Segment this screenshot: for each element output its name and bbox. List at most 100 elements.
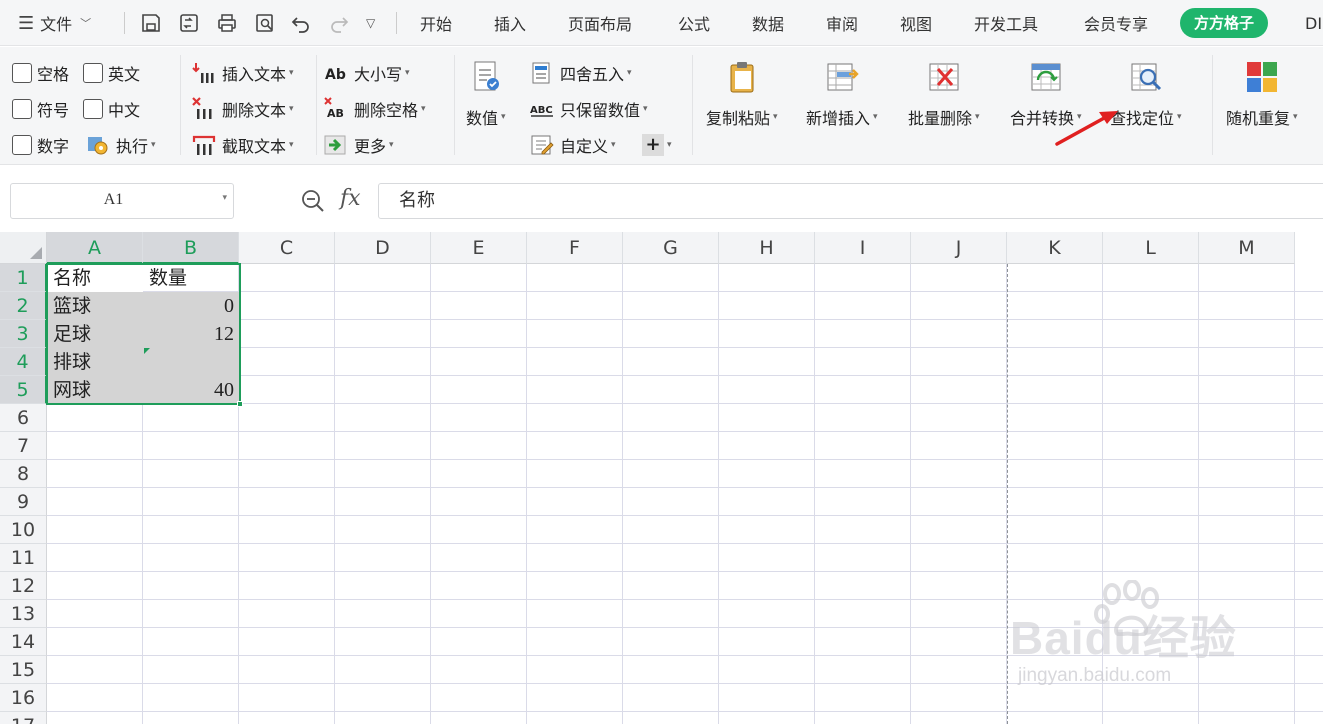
divider [316, 55, 317, 155]
column-header-F[interactable]: F [527, 232, 623, 264]
random-repeat-button[interactable]: 随机重复 ▾ [1226, 59, 1298, 129]
divider [124, 12, 125, 34]
column-header-J[interactable]: J [911, 232, 1007, 264]
column-header-I[interactable]: I [815, 232, 911, 264]
row-header-15[interactable]: 15 [0, 656, 47, 684]
row-header-1[interactable]: 1 [0, 264, 47, 292]
formula-bar: A1 ▾ fx 名称 [0, 166, 1323, 232]
fx-icon[interactable]: fx [340, 186, 361, 211]
row-header-8[interactable]: 8 [0, 460, 47, 488]
tab-overflow[interactable]: DI [1305, 0, 1322, 46]
column-header-C[interactable]: C [239, 232, 335, 264]
zoom-out-icon[interactable] [300, 188, 326, 214]
new-insert-button[interactable]: 新增插入 ▾ [806, 59, 878, 129]
print-preview-icon[interactable] [252, 0, 278, 46]
row-header-3[interactable]: 3 [0, 320, 47, 348]
tab-member[interactable]: 会员专享 [1084, 0, 1148, 46]
undo-icon[interactable] [288, 0, 314, 46]
annotation-arrow-icon [1055, 111, 1118, 146]
checkbox-number-label: 数字 [37, 137, 70, 156]
tab-review[interactable]: 审阅 [826, 0, 858, 46]
find-magnifier-icon [1128, 59, 1164, 95]
add-button[interactable]: + ▾ [642, 132, 672, 158]
hamburger-icon: ☰ [18, 12, 35, 34]
tab-formulas[interactable]: 公式 [678, 0, 710, 46]
checkbox-english[interactable]: 英文 [83, 60, 140, 86]
column-header-B[interactable]: B [143, 232, 239, 264]
row-header-12[interactable]: 12 [0, 572, 47, 600]
random-repeat-label: 随机重复 [1226, 109, 1291, 128]
keep-numbers-button[interactable]: ABC 只保留数值 ▾ [530, 96, 648, 122]
custom-button[interactable]: 自定义 ▾ [530, 132, 616, 158]
delete-space-icon: AB [324, 97, 348, 121]
tab-data[interactable]: 数据 [752, 0, 784, 46]
checkbox-number[interactable]: 数字 [12, 132, 69, 158]
checkbox-chinese[interactable]: 中文 [83, 96, 140, 122]
export-icon[interactable] [176, 0, 202, 46]
copy-paste-button[interactable]: 复制粘贴 ▾ [706, 59, 778, 129]
extract-text-icon [192, 133, 216, 157]
tab-fangfanggezi[interactable]: 方方格子 [1180, 8, 1269, 38]
file-menu[interactable]: ☰ 文件 ﹀ [18, 0, 91, 46]
gridline-horizontal [47, 487, 1323, 488]
name-box[interactable]: A1 ▾ [10, 183, 234, 219]
save-icon[interactable] [138, 0, 164, 46]
row-header-4[interactable]: 4 [0, 348, 47, 376]
more-button[interactable]: 更多 ▾ [324, 132, 394, 158]
row-header-6[interactable]: 6 [0, 404, 47, 432]
row-header-14[interactable]: 14 [0, 628, 47, 656]
divider [396, 12, 397, 34]
column-header-A[interactable]: A [47, 232, 143, 264]
gridline-horizontal [47, 431, 1323, 432]
tab-view[interactable]: 视图 [900, 0, 932, 46]
checkbox-icon [12, 63, 32, 83]
row-header-11[interactable]: 11 [0, 544, 47, 572]
gridline-horizontal [47, 459, 1323, 460]
gridline-horizontal [47, 515, 1323, 516]
row-header-16[interactable]: 16 [0, 684, 47, 712]
print-icon[interactable] [214, 0, 240, 46]
checkbox-icon [83, 63, 103, 83]
round-button[interactable]: 四舍五入 ▾ [530, 60, 632, 86]
redo-icon[interactable] [326, 0, 352, 46]
row-header-10[interactable]: 10 [0, 516, 47, 544]
column-header-D[interactable]: D [335, 232, 431, 264]
merge-convert-icon [1028, 59, 1064, 95]
fill-handle[interactable] [237, 401, 243, 407]
row-header-2[interactable]: 2 [0, 292, 47, 320]
tab-insert[interactable]: 插入 [494, 0, 526, 46]
row-header-7[interactable]: 7 [0, 432, 47, 460]
execute-button[interactable]: 执行 ▾ [86, 132, 156, 158]
column-header-G[interactable]: G [623, 232, 719, 264]
tab-page-layout[interactable]: 页面布局 [568, 0, 632, 46]
checkbox-space[interactable]: 空格 [12, 60, 69, 86]
case-button[interactable]: Ab 大小写 ▾ [324, 60, 410, 86]
select-all-corner[interactable] [0, 232, 47, 264]
column-header-L[interactable]: L [1103, 232, 1199, 264]
batch-delete-label: 批量删除 [908, 109, 973, 128]
numeric-button[interactable]: 数值 ▾ [466, 59, 506, 129]
batch-delete-button[interactable]: 批量删除 ▾ [908, 59, 980, 129]
tab-developer[interactable]: 开发工具 [974, 0, 1038, 46]
plus-icon: + [642, 134, 664, 156]
tab-home[interactable]: 开始 [420, 0, 452, 46]
row-header-5[interactable]: 5 [0, 376, 47, 404]
gear-execute-icon [86, 133, 110, 157]
custom-pencil-icon [530, 133, 554, 157]
row-header-13[interactable]: 13 [0, 600, 47, 628]
delete-space-button[interactable]: AB 删除空格 ▾ [324, 96, 426, 122]
checkbox-icon [12, 99, 32, 119]
row-header-17[interactable]: 17 [0, 712, 47, 724]
extract-text-button[interactable]: 截取文本 ▾ [192, 132, 294, 158]
column-header-E[interactable]: E [431, 232, 527, 264]
row-header-9[interactable]: 9 [0, 488, 47, 516]
column-header-K[interactable]: K [1007, 232, 1103, 264]
column-header-H[interactable]: H [719, 232, 815, 264]
quick-access-dropdown-icon[interactable]: ▽ [366, 0, 375, 46]
checkbox-symbol[interactable]: 符号 [12, 96, 69, 122]
formula-input[interactable]: 名称 [378, 183, 1323, 219]
column-header-M[interactable]: M [1199, 232, 1295, 264]
chevron-down-icon: ﹀ [80, 17, 92, 30]
delete-text-button[interactable]: 删除文本 ▾ [192, 96, 294, 122]
insert-text-button[interactable]: 插入文本 ▾ [192, 60, 294, 86]
